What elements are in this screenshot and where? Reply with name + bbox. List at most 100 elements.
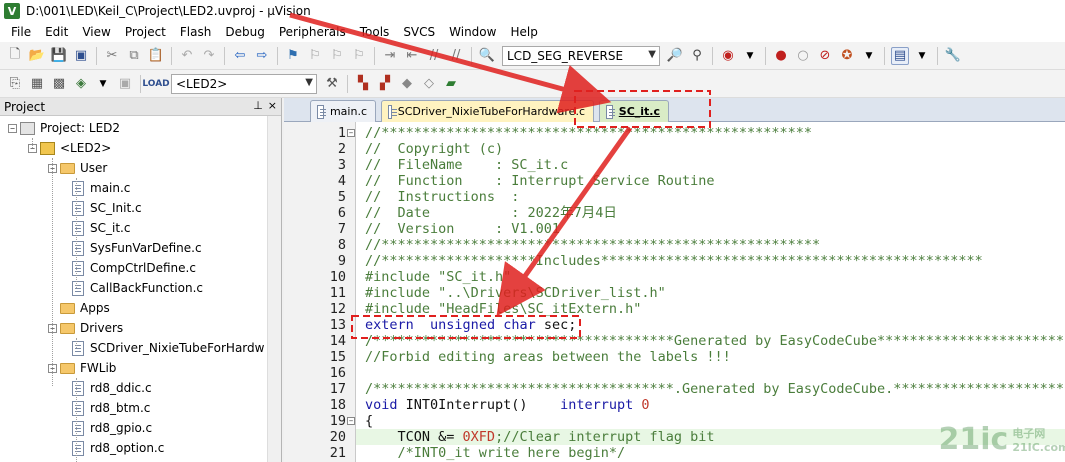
pin-icon[interactable]: ⊥	[253, 99, 263, 112]
code-line[interactable]: 3 // FileName : SC_it.c	[284, 157, 1065, 173]
menu-view[interactable]: View	[75, 25, 117, 39]
tree-item-file[interactable]: CallBackFunction.c	[72, 278, 203, 298]
run-time-env-icon[interactable]: ◆	[398, 75, 416, 93]
tree-item-folder[interactable]: − Drivers	[48, 318, 123, 338]
code-line[interactable]: 1− //************************************…	[284, 125, 1065, 141]
navigate-back-icon[interactable]: ⇦	[231, 47, 249, 65]
indent-icon[interactable]: ⇥	[381, 47, 399, 65]
enable-breakpoint-icon[interactable]: ○	[794, 47, 812, 65]
window-layout-icon[interactable]: ▤	[891, 46, 909, 65]
cut-icon[interactable]: ✂	[103, 47, 121, 65]
save-all-icon[interactable]: ▣	[72, 47, 90, 65]
build-icon[interactable]: ▦	[28, 75, 46, 93]
tab-scdriver-nixietube[interactable]: SCDriver_NixieTubeForHardware.c	[381, 100, 594, 122]
tree-item-file[interactable]: SC_it.c	[72, 218, 130, 238]
menu-file[interactable]: File	[4, 25, 38, 39]
tree-item-folder[interactable]: Apps	[48, 298, 110, 318]
tree-item-file[interactable]: main.c	[72, 178, 130, 198]
tree-item-project[interactable]: − Project: LED2	[8, 118, 120, 138]
fold-toggle-icon[interactable]: −	[347, 417, 355, 425]
save-icon[interactable]: 💾	[50, 47, 68, 65]
target-select[interactable]: <LED2> ▼	[171, 73, 317, 94]
chevron-down-icon[interactable]: ▼	[305, 77, 313, 88]
tree-item-file[interactable]: rd8_ddic.c	[72, 378, 152, 398]
redo-icon[interactable]: ↷	[200, 47, 218, 65]
tree-item-file[interactable]: SCDriver_NixieTubeForHardw	[72, 338, 264, 358]
menu-tools[interactable]: Tools	[353, 25, 397, 39]
prev-bookmark-icon[interactable]: ⚐	[306, 47, 324, 65]
find-combo[interactable]: LCD_SEG_REVERSE ▼	[502, 45, 660, 66]
code-line[interactable]: 9 //*******************Includes**********…	[284, 253, 1065, 269]
tab-main-c[interactable]: main.c	[310, 100, 376, 122]
select-packs-icon[interactable]: ▞	[376, 75, 394, 93]
kill-breakpoints-icon[interactable]: ✪	[838, 47, 856, 65]
chevron-down-icon[interactable]: ▼	[860, 47, 878, 65]
menu-svcs[interactable]: SVCS	[396, 25, 442, 39]
disable-breakpoints-icon[interactable]: ⊘	[816, 47, 834, 65]
chevron-down-icon[interactable]: ▼	[94, 75, 112, 93]
rebuild-icon[interactable]: ▩	[50, 75, 68, 93]
find-icon[interactable]: 🔎	[666, 47, 684, 65]
new-file-icon[interactable]: 🗋	[6, 47, 24, 65]
paste-icon[interactable]: 📋	[147, 47, 165, 65]
code-line[interactable]: 6 // Date : 2022年7月4日	[284, 205, 1065, 221]
book-icon[interactable]: ▰	[442, 75, 460, 93]
tab-sc-it-c[interactable]: SC_it.c	[599, 100, 669, 122]
configure-icon[interactable]: 🔧	[944, 47, 962, 65]
menu-edit[interactable]: Edit	[38, 25, 75, 39]
menu-project[interactable]: Project	[118, 25, 173, 39]
code-editor[interactable]: 1−//************************************…	[284, 122, 1065, 462]
close-icon[interactable]: ×	[268, 99, 277, 112]
tree-item-file[interactable]: rd8_btm.c	[72, 398, 150, 418]
menu-flash[interactable]: Flash	[173, 25, 218, 39]
translate-icon[interactable]: ⎘	[6, 75, 24, 93]
tree-item-target[interactable]: − <LED2>	[28, 138, 111, 158]
collapse-icon[interactable]: −	[8, 123, 17, 133]
clear-bookmarks-icon[interactable]: ⚐	[350, 47, 368, 65]
undo-icon[interactable]: ↶	[178, 47, 196, 65]
code-line[interactable]: 12 #include "HeadFiles\SC_itExtern.h"	[284, 301, 1065, 317]
uncomment-icon[interactable]: //	[447, 47, 465, 65]
fold-toggle-icon[interactable]: −	[347, 129, 355, 137]
batch-build-icon[interactable]: ◈	[72, 75, 90, 93]
code-line[interactable]: 16	[284, 365, 1065, 381]
tree-item-folder[interactable]: − User	[48, 158, 107, 178]
bookmark-icon[interactable]: ⚑	[284, 47, 302, 65]
manage-components-icon[interactable]: ▚	[354, 75, 372, 93]
navigate-forward-icon[interactable]: ⇨	[253, 47, 271, 65]
code-line[interactable]: 18 void INT0Interrupt() interrupt 0	[284, 397, 1065, 413]
pack-installer-icon[interactable]: ◇	[420, 75, 438, 93]
chevron-down-icon[interactable]: ▼	[913, 47, 931, 65]
menu-peripherals[interactable]: Peripherals	[272, 25, 353, 39]
code-line[interactable]: 8 //*************************************…	[284, 237, 1065, 253]
target-options-icon[interactable]: ⚒	[323, 75, 341, 93]
code-line[interactable]: 13 extern unsigned char sec;	[284, 317, 1065, 333]
code-line[interactable]: 2 // Copyright (c)	[284, 141, 1065, 157]
download-load-icon[interactable]: LOAD	[142, 75, 169, 93]
tree-item-file[interactable]: rd8_option.c	[72, 438, 164, 458]
menu-debug[interactable]: Debug	[218, 25, 271, 39]
tree-item-file[interactable]: SC_Init.c	[72, 198, 142, 218]
menu-window[interactable]: Window	[442, 25, 503, 39]
tree-item-file[interactable]: CompCtrlDefine.c	[72, 258, 196, 278]
project-panel-scrollbar[interactable]	[267, 116, 281, 462]
menu-help[interactable]: Help	[503, 25, 544, 39]
code-line[interactable]: 11 #include "..\Drivers\SCDriver_list.h"	[284, 285, 1065, 301]
tree-item-folder[interactable]: − FWLib	[48, 358, 116, 378]
incremental-find-icon[interactable]: ⚲	[688, 47, 706, 65]
code-line[interactable]: 10 #include "SC_it.h"	[284, 269, 1065, 285]
tree-item-file[interactable]: rd8_gpio.c	[72, 418, 152, 438]
code-line[interactable]: 4 // Function : Interrupt Service Routine	[284, 173, 1065, 189]
unindent-icon[interactable]: ⇤	[403, 47, 421, 65]
code-line[interactable]: 7 // Version : V1.001	[284, 221, 1065, 237]
tree-item-file[interactable]: SysFunVarDefine.c	[72, 238, 202, 258]
copy-icon[interactable]: ⧉	[125, 47, 143, 65]
chevron-down-icon[interactable]: ▼	[648, 49, 656, 60]
next-bookmark-icon[interactable]: ⚐	[328, 47, 346, 65]
chevron-down-icon[interactable]: ▼	[741, 47, 759, 65]
code-line[interactable]: 15 //Forbid editing areas between the lab…	[284, 349, 1065, 365]
stop-build-icon[interactable]: ▣	[116, 75, 134, 93]
open-folder-icon[interactable]: 📂	[28, 47, 46, 65]
find-in-files-icon[interactable]: 🔍	[478, 47, 496, 65]
code-line[interactable]: 5 // Instructions :	[284, 189, 1065, 205]
